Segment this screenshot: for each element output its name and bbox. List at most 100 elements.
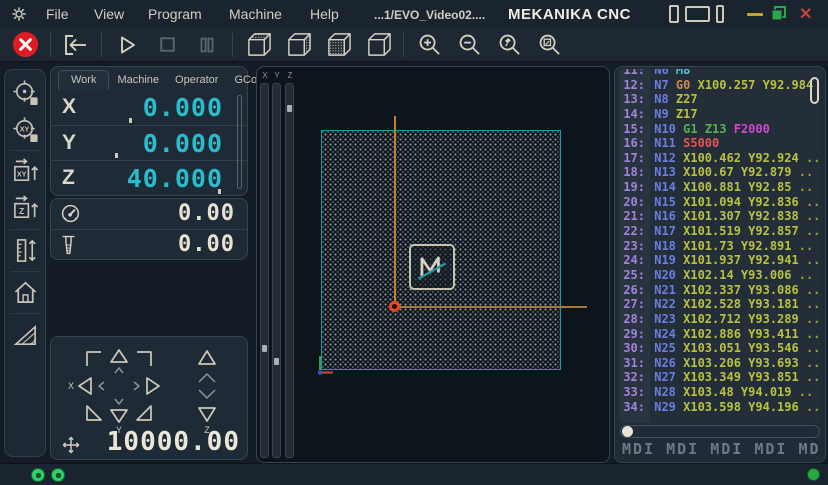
- jog-z-plus-button: [199, 351, 215, 364]
- view-top-button[interactable]: [241, 30, 275, 60]
- gcode-lines: 11: N6 M812: N7 G0 X100.257 Y92.98413: N…: [619, 69, 821, 414]
- mekanika-cnc-window: File View Program Machine Help ...1/EVO_…: [0, 0, 828, 485]
- slider-y-label: Y: [272, 71, 282, 80]
- gcode-line: 33: N28 X103.48 Y94.019 ..: [619, 385, 821, 400]
- view-side-button[interactable]: [281, 30, 315, 60]
- slider-x-label: X: [260, 71, 270, 80]
- gcode-line: 14: N9 Z17: [619, 107, 821, 122]
- connection-led: [807, 468, 820, 481]
- pause-button[interactable]: [190, 30, 224, 60]
- jog-nw-button: [87, 352, 101, 366]
- view-front-button[interactable]: [321, 30, 355, 60]
- maximize-icon[interactable]: [771, 6, 786, 26]
- menu-file[interactable]: File: [46, 6, 69, 22]
- gcode-listing[interactable]: 11: N6 M812: N7 G0 X100.257 Y92.98413: N…: [619, 69, 821, 423]
- menu-program[interactable]: Program: [148, 6, 202, 22]
- gcode-line: 19: N14 X100.881 Y92.85 ..: [619, 180, 821, 195]
- status-badge-2: [51, 468, 65, 482]
- gcode-line: 30: N25 X103.051 Y93.546 ..: [619, 341, 821, 356]
- hscroll-knob[interactable]: [622, 426, 633, 437]
- dro-tabs: Work Machine Operator GCode: [51, 67, 247, 90]
- mdi-input[interactable]: MDI MDI MDI MDI MDI M: [622, 440, 820, 460]
- viewport-panel[interactable]: X Y Z: [256, 66, 610, 463]
- close-icon[interactable]: ✕: [799, 4, 812, 24]
- z-slider-handle[interactable]: [287, 105, 292, 112]
- dro-scrollbar[interactable]: [237, 95, 242, 189]
- gear-icon: [11, 6, 27, 27]
- dro-tick: [218, 189, 221, 194]
- dro-axis-x-value: 0.000: [143, 93, 223, 122]
- zero-xy-button[interactable]: XY: [5, 111, 45, 148]
- x-axis-slider[interactable]: [260, 83, 269, 458]
- tab-machine[interactable]: Machine: [109, 71, 167, 90]
- jog-step-down-chevron: [115, 399, 123, 404]
- dro-axis-y-label: Y: [62, 131, 76, 155]
- menu-machine[interactable]: Machine: [229, 6, 282, 22]
- gcode-vertical-scrollbar[interactable]: [810, 77, 819, 104]
- svg-text:XY: XY: [16, 169, 26, 178]
- dro-row-y: Y 0.000: [51, 125, 247, 160]
- feed-rate-value: 0.00: [178, 201, 235, 226]
- tab-work[interactable]: Work: [58, 70, 109, 90]
- jog-z-minus-button: [199, 408, 215, 421]
- tab-operator[interactable]: Operator: [167, 71, 226, 90]
- program-rewind-button[interactable]: [59, 30, 93, 60]
- zoom-fit-button[interactable]: [532, 30, 566, 60]
- layout-narrow-icon[interactable]: [669, 5, 679, 23]
- jog-step-left-chevron: [99, 382, 104, 390]
- x-slider-handle[interactable]: [262, 345, 267, 352]
- goto-xy-zero-button[interactable]: XY: [5, 153, 45, 190]
- dro-tick: [129, 118, 132, 123]
- jog-step-right-chevron: [134, 382, 139, 390]
- cycle-start-button[interactable]: [110, 30, 144, 60]
- layout-narrow2-icon[interactable]: [716, 5, 724, 23]
- gcode-line: 12: N7 G0 X100.257 Y92.984: [619, 78, 821, 93]
- sidebar-divider: [10, 150, 40, 151]
- goto-z-zero-button[interactable]: Z: [5, 190, 45, 227]
- y-axis-slider[interactable]: [272, 83, 281, 458]
- dro-axis-z-value: 40.000: [127, 164, 223, 193]
- dro-axis-x-label: X: [62, 95, 76, 119]
- emergency-stop-button[interactable]: [8, 30, 42, 60]
- tool-length-button[interactable]: [5, 232, 45, 269]
- jog-pad[interactable]: X Y Z: [57, 340, 247, 436]
- gcode-line: 21: N16 X101.307 Y92.838 ..: [619, 209, 821, 224]
- view-iso-button[interactable]: [361, 30, 395, 60]
- gcode-line: 29: N24 X102.886 Y93.411 ..: [619, 327, 821, 342]
- gcode-line: 22: N17 X101.519 Y92.857 ..: [619, 224, 821, 239]
- gcode-line: 32: N27 X103.349 Y93.851 ..: [619, 370, 821, 385]
- zoom-tool-button[interactable]: [492, 30, 526, 60]
- jog-step-up-chevron: [115, 368, 123, 373]
- menu-view[interactable]: View: [94, 6, 124, 22]
- app-title: MEKANIKA CNC: [508, 6, 631, 23]
- dro-row-z: Z 40.000: [51, 160, 247, 195]
- zoom-out-button[interactable]: [452, 30, 486, 60]
- zoom-in-button[interactable]: [412, 30, 446, 60]
- stop-button[interactable]: [150, 30, 184, 60]
- jog-y-minus-button: [111, 410, 127, 422]
- zero-all-button[interactable]: [5, 74, 45, 111]
- dro-tick: [115, 153, 118, 158]
- title-bar: File View Program Machine Help ...1/EVO_…: [0, 0, 828, 28]
- jog-se-button: [137, 406, 151, 420]
- toolbar: [0, 28, 828, 62]
- left-sidebar: XY XY Z: [4, 69, 46, 457]
- y-slider-handle[interactable]: [274, 358, 279, 365]
- gcode-panel: 11: N6 M812: N7 G0 X100.257 Y92.98413: N…: [614, 66, 826, 463]
- angle-probe-button[interactable]: [5, 316, 45, 353]
- jog-feed-value[interactable]: 10000.00: [107, 427, 240, 457]
- tool-bit-icon: [60, 234, 77, 261]
- home-button[interactable]: [5, 274, 45, 311]
- gcode-line: 23: N18 X101.73 Y92.891 ..: [619, 239, 821, 254]
- feed-spindle-panel: 0.00 0.00: [50, 198, 248, 260]
- gcode-line: 11: N6 M8: [619, 69, 821, 78]
- toolbar-divider: [403, 33, 404, 57]
- layout-wide-icon[interactable]: [685, 6, 710, 22]
- menu-help[interactable]: Help: [310, 6, 339, 22]
- minimize-icon[interactable]: [747, 13, 763, 16]
- dro-row-x: X 0.000: [51, 90, 247, 125]
- gcode-horizontal-scrollbar[interactable]: [620, 425, 820, 438]
- gcode-line: 26: N21 X102.337 Y93.086 ..: [619, 283, 821, 298]
- z-axis-slider[interactable]: [285, 83, 294, 458]
- slider-z-label: Z: [285, 71, 295, 80]
